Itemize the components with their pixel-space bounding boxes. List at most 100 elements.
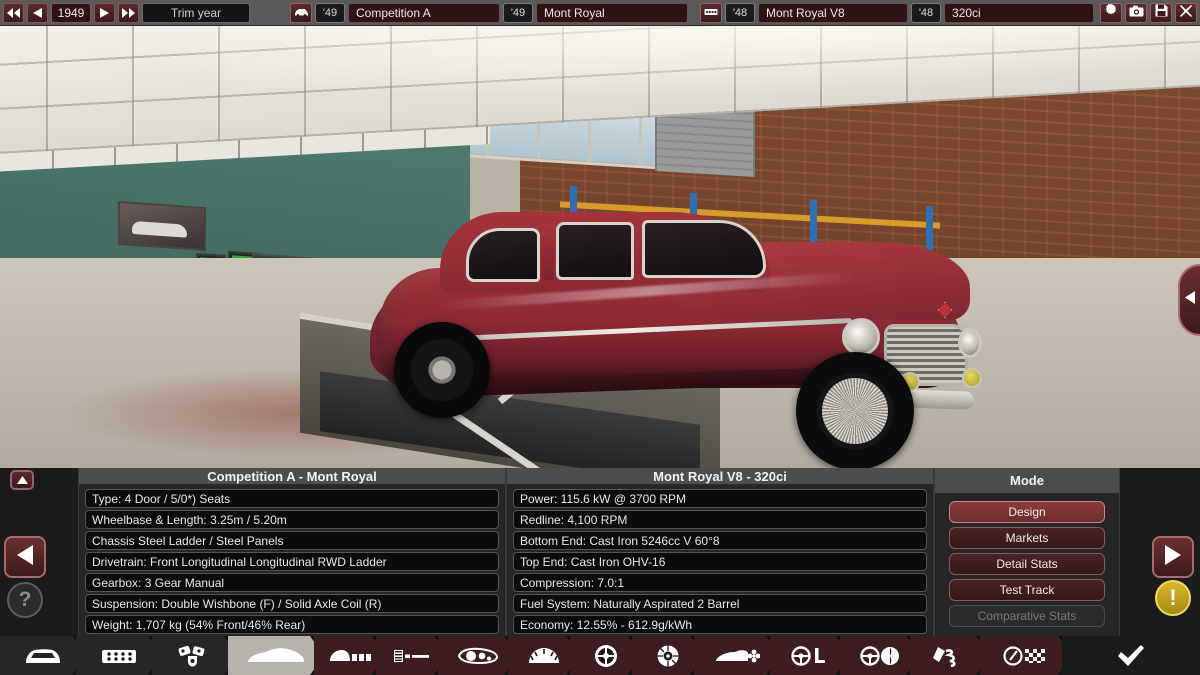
stat-row[interactable]: Compression: 7.0:1 [513, 573, 927, 592]
previous-year-button[interactable] [27, 3, 48, 23]
tab-cooling[interactable] [694, 636, 780, 675]
stat-row[interactable]: Type: 4 Door / 5/0*) Seats [85, 489, 499, 508]
confirm-button[interactable] [1062, 636, 1200, 675]
stat-row[interactable]: Redline: 4,100 RPM [513, 510, 927, 529]
rear-wheel [394, 322, 490, 418]
current-year-display[interactable]: 1949 [51, 3, 91, 23]
fast-forward-icon [122, 8, 135, 18]
windshield [642, 220, 766, 278]
save-icon [1155, 4, 1168, 22]
tab-test-settings[interactable] [980, 636, 1072, 675]
close-button[interactable] [1175, 3, 1197, 23]
right-panel-expand-tab[interactable] [1178, 264, 1200, 336]
chevron-up-icon [17, 471, 28, 489]
engine-group: '48 Mont Royal V8 '48 320ci [697, 3, 1097, 23]
car-stats-panel: Competition A - Mont Royal Type: 4 Door … [78, 468, 506, 636]
car-silhouette-icon [246, 646, 306, 666]
tab-engine[interactable] [76, 636, 162, 675]
stat-row[interactable]: Fuel System: Naturally Aspirated 2 Barre… [513, 594, 927, 613]
warnings-button[interactable]: ! [1155, 580, 1191, 616]
next-step-button[interactable] [1152, 536, 1194, 578]
stat-row[interactable]: Bottom End: Cast Iron 5246cc V 60°8 [513, 531, 927, 550]
mode-button-design[interactable]: Design [949, 501, 1105, 523]
settings-button[interactable] [1100, 3, 1122, 23]
chevron-left-icon [1185, 291, 1195, 309]
brake-fan-icon [527, 646, 561, 666]
close-icon [1180, 4, 1192, 22]
tab-assists[interactable] [840, 636, 920, 675]
rear-side-window [466, 228, 540, 282]
trim-year-label[interactable]: Trim year [142, 3, 250, 23]
engine-family-field[interactable]: Mont Royal V8 [758, 3, 908, 23]
car-poster [118, 201, 206, 251]
headlight-left [842, 318, 880, 356]
mode-button-markets[interactable]: Markets [949, 527, 1105, 549]
next-icon [100, 8, 109, 18]
stat-row[interactable]: Suspension: Double Wishbone (F) / Solid … [85, 594, 499, 613]
car-3d-viewport[interactable] [0, 26, 1200, 468]
tab-aerodynamics[interactable] [438, 636, 518, 675]
bottom-ui: ? Competition A - Mont Royal Type: 4 Doo… [0, 468, 1200, 675]
chassis-icon [328, 647, 372, 665]
engine-family-year: '48 [725, 3, 755, 23]
damper-spring-icon [932, 645, 968, 667]
car-stats-rows: Type: 4 Door / 5/0*) Seats Wheelbase & L… [79, 485, 505, 636]
stat-row[interactable]: Wheelbase & Length: 3.25m / 5.20m [85, 510, 499, 529]
save-button[interactable] [1150, 3, 1172, 23]
year-nav-group: 1949 Trim year [0, 3, 253, 23]
rewind-button[interactable] [3, 3, 24, 23]
stat-row[interactable]: Top End: Cast Iron OHV-16 [513, 552, 927, 571]
stat-row[interactable]: Power: 115.6 kW @ 3700 RPM [513, 489, 927, 508]
collapse-panel-button[interactable] [10, 470, 34, 490]
help-button[interactable]: ? [7, 582, 43, 618]
check-icon [1116, 644, 1146, 668]
tab-suspension[interactable] [910, 636, 990, 675]
tab-brakes-front[interactable] [508, 636, 580, 675]
window-controls-group [1097, 3, 1200, 23]
automation-car-designer: 1949 Trim year '49 Competition A '49 Mon… [0, 0, 1200, 675]
tab-brakes[interactable] [632, 636, 704, 675]
car-fan-icon [714, 647, 760, 665]
tab-car-overview[interactable] [0, 636, 86, 675]
car-front-icon [23, 646, 63, 666]
camera-icon [1129, 4, 1144, 22]
stat-row[interactable]: Economy: 12.55% - 612.9g/kWh [513, 615, 927, 634]
stat-row[interactable]: Chassis Steel Ladder / Steel Panels [85, 531, 499, 550]
arrow-left-icon [17, 545, 33, 570]
next-year-button[interactable] [94, 3, 115, 23]
design-tab-bar [0, 636, 1200, 675]
engine-block-icon [99, 646, 139, 666]
engine-icon-button[interactable] [700, 3, 722, 23]
mode-panel: Mode Design Markets Detail Stats Test Tr… [934, 468, 1120, 636]
tab-body[interactable] [228, 636, 324, 675]
gauge-flag-icon [1003, 646, 1049, 666]
stat-row[interactable]: Gearbox: 3 Gear Manual [85, 573, 499, 592]
mode-button-comparative-stats: Comparative Stats [949, 605, 1105, 627]
left-side-controls: ? [0, 468, 78, 636]
tab-tires[interactable] [570, 636, 642, 675]
engine-variant-field[interactable]: 320ci [944, 3, 1094, 23]
car-icon-button[interactable] [290, 3, 312, 23]
model-name-field[interactable]: Competition A [348, 3, 500, 23]
mode-button-test-track[interactable]: Test Track [949, 579, 1105, 601]
stat-row[interactable]: Weight: 1,707 kg (54% Front/46% Rear) [85, 615, 499, 634]
mode-button-detail-stats[interactable]: Detail Stats [949, 553, 1105, 575]
previous-icon [33, 8, 42, 18]
tab-chassis[interactable] [314, 636, 386, 675]
mode-title: Mode [935, 468, 1119, 494]
tab-interior[interactable] [770, 636, 850, 675]
fast-forward-button[interactable] [118, 3, 139, 23]
tab-engine-parts[interactable] [152, 636, 238, 675]
trim-name-field[interactable]: Mont Royal [536, 3, 688, 23]
previous-step-button[interactable] [4, 536, 46, 578]
stat-row[interactable]: Drivetrain: Front Longitudinal Longitudi… [85, 552, 499, 571]
engine-stats-rows: Power: 115.6 kW @ 3700 RPM Redline: 4,10… [507, 485, 933, 636]
wheel-icon [594, 644, 618, 668]
tab-drivetrain[interactable] [376, 636, 448, 675]
car-model[interactable] [370, 176, 970, 446]
brake-disc-icon [656, 644, 680, 668]
screenshot-button[interactable] [1125, 3, 1147, 23]
car-icon [294, 4, 309, 22]
engine-stats-panel: Mont Royal V8 - 320ci Power: 115.6 kW @ … [506, 468, 934, 636]
right-side-controls: ! [1120, 468, 1200, 636]
